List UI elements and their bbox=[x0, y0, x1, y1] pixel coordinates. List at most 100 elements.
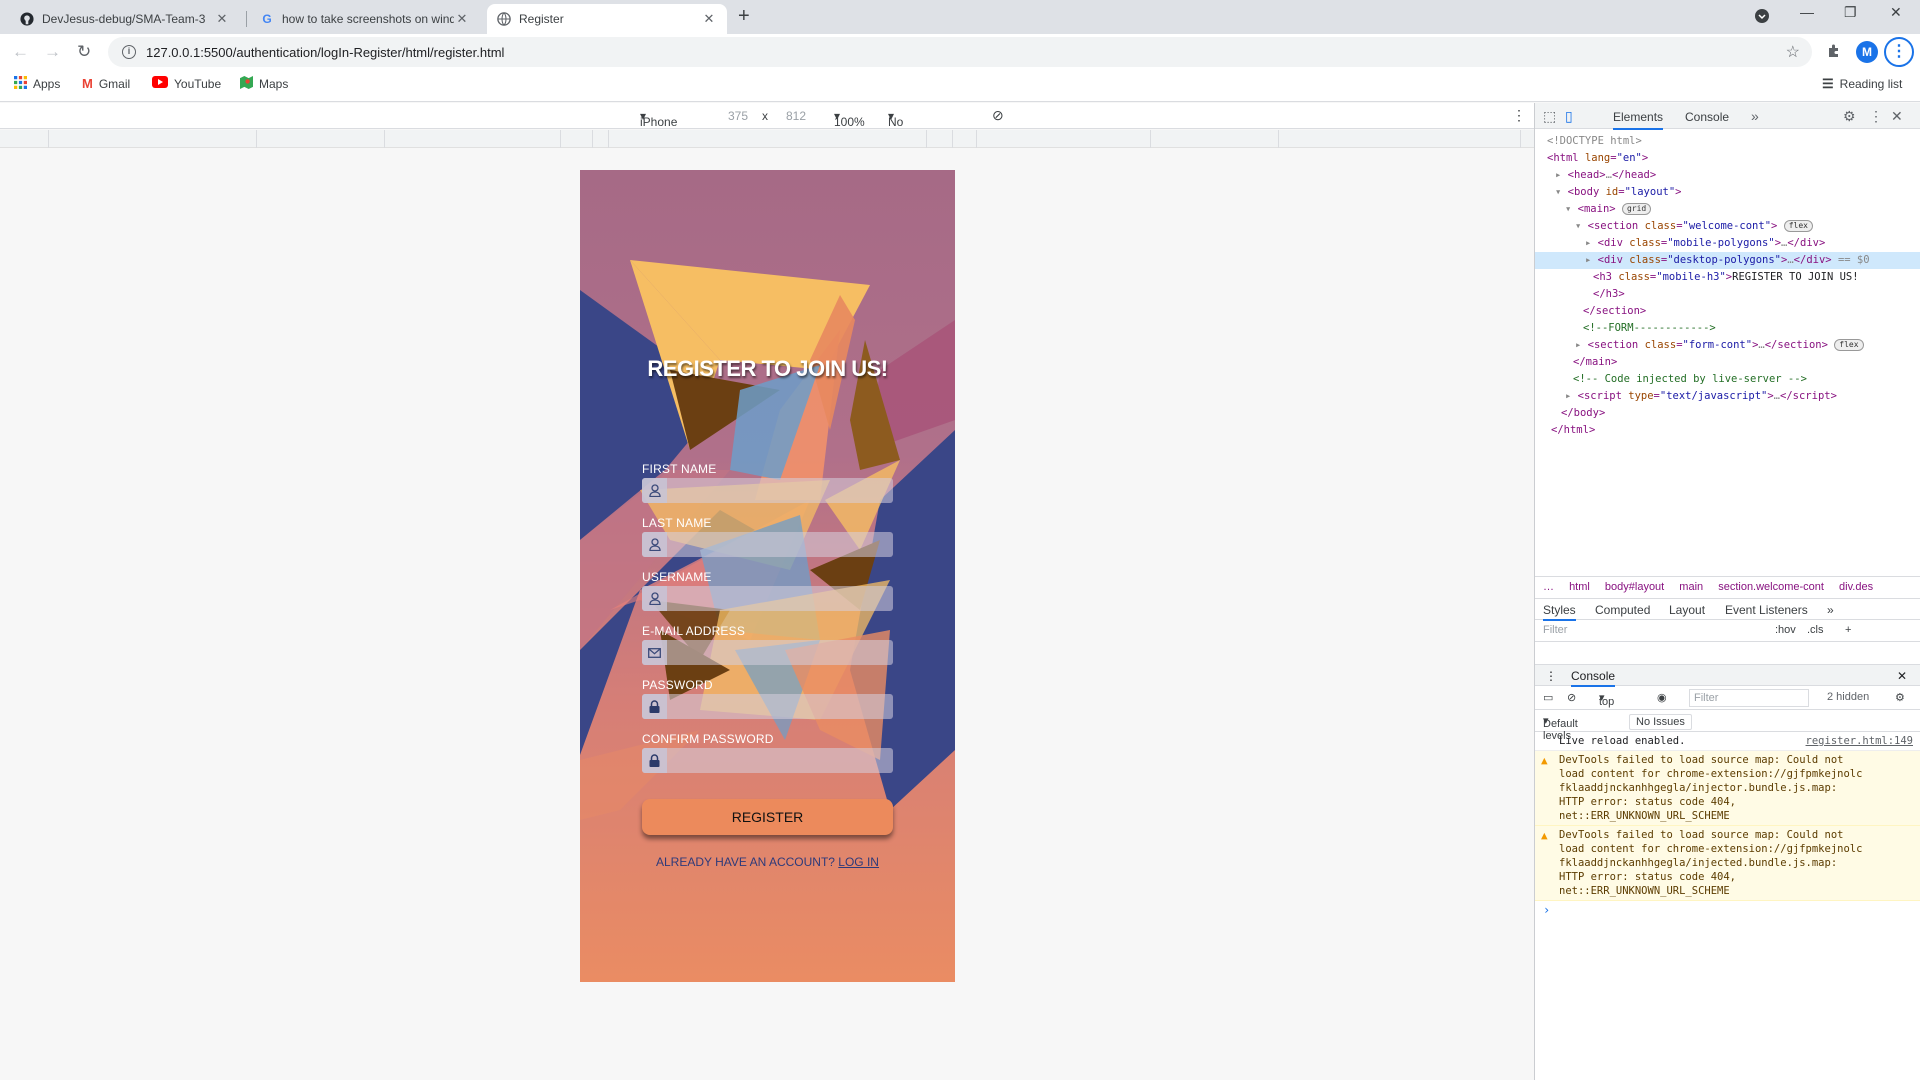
tab-register[interactable]: Register ✕ bbox=[487, 4, 727, 34]
more-tabs-icon[interactable]: » bbox=[1827, 603, 1834, 617]
tab-google[interactable]: G how to take screenshots on wind ✕ bbox=[250, 4, 480, 34]
dom-node[interactable]: </h3> bbox=[1535, 286, 1920, 303]
context-select[interactable]: top ▾ bbox=[1599, 691, 1614, 708]
breadcrumb-item[interactable]: section.welcome-cont bbox=[1718, 581, 1824, 593]
dom-node[interactable]: <!-- Code injected by live-server --> bbox=[1535, 371, 1920, 388]
bookmark-maps[interactable]: Maps bbox=[240, 76, 288, 92]
close-icon[interactable]: ✕ bbox=[214, 11, 230, 27]
console-filter-input[interactable]: Filter bbox=[1689, 689, 1809, 707]
back-icon[interactable]: ← bbox=[12, 42, 29, 62]
flex-badge[interactable]: flex bbox=[1834, 339, 1864, 351]
tab-github[interactable]: DevJesus-debug/SMA-Team-3 ✕ bbox=[10, 4, 240, 34]
throttling-select[interactable]: No throttling ▾ bbox=[888, 109, 934, 143]
console-prompt[interactable]: › bbox=[1535, 901, 1920, 919]
drawer-menu-icon[interactable]: ⋮ bbox=[1545, 669, 1557, 683]
dom-node[interactable]: <html lang="en"> bbox=[1535, 150, 1920, 167]
width-input[interactable]: 375 bbox=[728, 109, 748, 123]
tab-computed[interactable]: Computed bbox=[1595, 603, 1650, 617]
device-toggle-icon[interactable]: ▯ bbox=[1565, 108, 1573, 125]
settings-gear-icon[interactable]: ⚙ bbox=[1843, 108, 1856, 125]
dom-node[interactable]: ▾ <section class="welcome-cont"> flex bbox=[1535, 218, 1920, 235]
star-icon[interactable]: ☆ bbox=[1786, 42, 1800, 62]
dom-node[interactable]: ▸ <section class="form-cont">…</section>… bbox=[1535, 337, 1920, 354]
rotate-icon[interactable]: ⊘ bbox=[992, 107, 1004, 124]
dom-node[interactable]: <!--FORM------------> bbox=[1535, 320, 1920, 337]
dom-node[interactable]: </html> bbox=[1535, 422, 1920, 439]
cls-toggle[interactable]: .cls bbox=[1807, 624, 1824, 636]
new-tab-icon[interactable]: + bbox=[738, 5, 750, 28]
levels-select[interactable]: Default levels ▾ bbox=[1543, 714, 1578, 742]
dom-node[interactable]: <!DOCTYPE html> bbox=[1535, 133, 1920, 150]
breadcrumb-item[interactable]: body#layout bbox=[1605, 581, 1664, 593]
tab-layout[interactable]: Layout bbox=[1669, 603, 1705, 617]
console-settings-gear-icon[interactable]: ⚙ bbox=[1895, 691, 1905, 704]
message-source-link[interactable]: register.html:149 bbox=[1806, 734, 1913, 748]
reload-icon[interactable]: ↻ bbox=[77, 42, 91, 62]
tab-elements[interactable]: Elements bbox=[1613, 110, 1664, 130]
eye-icon[interactable]: ◉ bbox=[1657, 691, 1667, 704]
hov-toggle[interactable]: :hov bbox=[1775, 624, 1796, 636]
media-query-bar[interactable] bbox=[0, 130, 1534, 148]
tab-console-drawer[interactable]: Console bbox=[1571, 669, 1616, 687]
more-tabs-icon[interactable]: » bbox=[1751, 108, 1759, 124]
login-link[interactable]: LOG IN bbox=[838, 855, 879, 869]
dom-node[interactable]: ▾ <body id="layout"> bbox=[1535, 184, 1920, 201]
first-name-input[interactable] bbox=[642, 478, 893, 503]
dom-node[interactable]: </body> bbox=[1535, 405, 1920, 422]
dom-node[interactable]: ▸ <script type="text/javascript">…</scri… bbox=[1535, 388, 1920, 405]
dom-node[interactable]: ▸ <head>…</head> bbox=[1535, 167, 1920, 184]
bookmark-gmail[interactable]: M Gmail bbox=[82, 76, 130, 91]
close-drawer-icon[interactable]: ✕ bbox=[1897, 669, 1907, 683]
dom-node[interactable]: </section> bbox=[1535, 303, 1920, 320]
register-button[interactable]: REGISTER bbox=[642, 799, 893, 835]
avatar[interactable]: M bbox=[1856, 41, 1878, 63]
url-text[interactable]: 127.0.0.1:5500/authentication/logIn-Regi… bbox=[146, 45, 504, 60]
dom-node-selected[interactable]: ▸ <div class="desktop-polygons">…</div> … bbox=[1535, 252, 1920, 269]
more-options-icon[interactable]: ⋮ bbox=[1512, 107, 1526, 124]
inspect-element-icon[interactable]: ⬚ bbox=[1543, 108, 1556, 125]
reading-list[interactable]: ☰ Reading list bbox=[1822, 76, 1902, 92]
sidebar-toggle-icon[interactable]: ▭ bbox=[1543, 691, 1553, 704]
close-window-icon[interactable]: ✕ bbox=[1890, 4, 1902, 21]
tab-search-icon[interactable] bbox=[1754, 8, 1770, 27]
styles-filter[interactable]: Filter :hov .cls + bbox=[1535, 620, 1920, 642]
dom-node[interactable]: <h3 class="mobile-h3">REGISTER TO JOIN U… bbox=[1535, 269, 1920, 286]
flex-badge[interactable]: flex bbox=[1783, 220, 1813, 232]
tab-console[interactable]: Console bbox=[1685, 110, 1729, 124]
forward-icon[interactable]: → bbox=[44, 42, 61, 62]
last-name-input[interactable] bbox=[642, 532, 893, 557]
info-icon[interactable]: i bbox=[122, 45, 136, 59]
extensions-icon[interactable] bbox=[1826, 43, 1842, 64]
confirm-password-input[interactable] bbox=[642, 748, 893, 773]
bookmark-youtube[interactable]: YouTube bbox=[152, 76, 221, 91]
address-bar[interactable]: i 127.0.0.1:5500/authentication/logIn-Re… bbox=[108, 37, 1812, 67]
grid-badge[interactable]: grid bbox=[1621, 203, 1652, 215]
breadcrumb-item[interactable]: div.des bbox=[1839, 581, 1873, 593]
devtools-menu-icon[interactable]: ⋮ bbox=[1869, 108, 1883, 125]
tab-event-listeners[interactable]: Event Listeners bbox=[1725, 603, 1808, 617]
dom-node[interactable]: ▸ <div class="mobile-polygons">…</div> bbox=[1535, 235, 1920, 252]
minimize-icon[interactable]: — bbox=[1800, 4, 1814, 20]
breadcrumb-item[interactable]: html bbox=[1569, 581, 1590, 593]
add-rule-icon[interactable]: + bbox=[1845, 624, 1851, 636]
zoom-select[interactable]: 100% ▾ bbox=[834, 109, 865, 129]
dom-node[interactable]: </main> bbox=[1535, 354, 1920, 371]
close-devtools-icon[interactable]: ✕ bbox=[1891, 108, 1903, 125]
breadcrumb-item[interactable]: main bbox=[1679, 581, 1703, 593]
bookmark-apps[interactable]: Apps bbox=[14, 76, 60, 92]
styles-filter-input[interactable]: Filter bbox=[1543, 624, 1567, 636]
chrome-menu-icon[interactable]: ⋮ bbox=[1884, 37, 1914, 67]
device-select[interactable]: iPhone X ▾ bbox=[640, 109, 677, 143]
close-icon[interactable]: ✕ bbox=[701, 11, 717, 27]
tab-styles[interactable]: Styles bbox=[1543, 603, 1576, 621]
clear-console-icon[interactable]: ⊘ bbox=[1567, 691, 1576, 704]
height-input[interactable]: 812 bbox=[786, 109, 806, 123]
issues-button[interactable]: No Issues bbox=[1629, 714, 1692, 730]
email-input[interactable] bbox=[642, 640, 893, 665]
close-icon[interactable]: ✕ bbox=[454, 11, 470, 27]
maximize-icon[interactable]: ❐ bbox=[1844, 4, 1857, 21]
username-input[interactable] bbox=[642, 586, 893, 611]
dom-node[interactable]: ▾ <main> grid bbox=[1535, 201, 1920, 218]
breadcrumb-item[interactable]: … bbox=[1543, 581, 1554, 593]
password-input[interactable] bbox=[642, 694, 893, 719]
